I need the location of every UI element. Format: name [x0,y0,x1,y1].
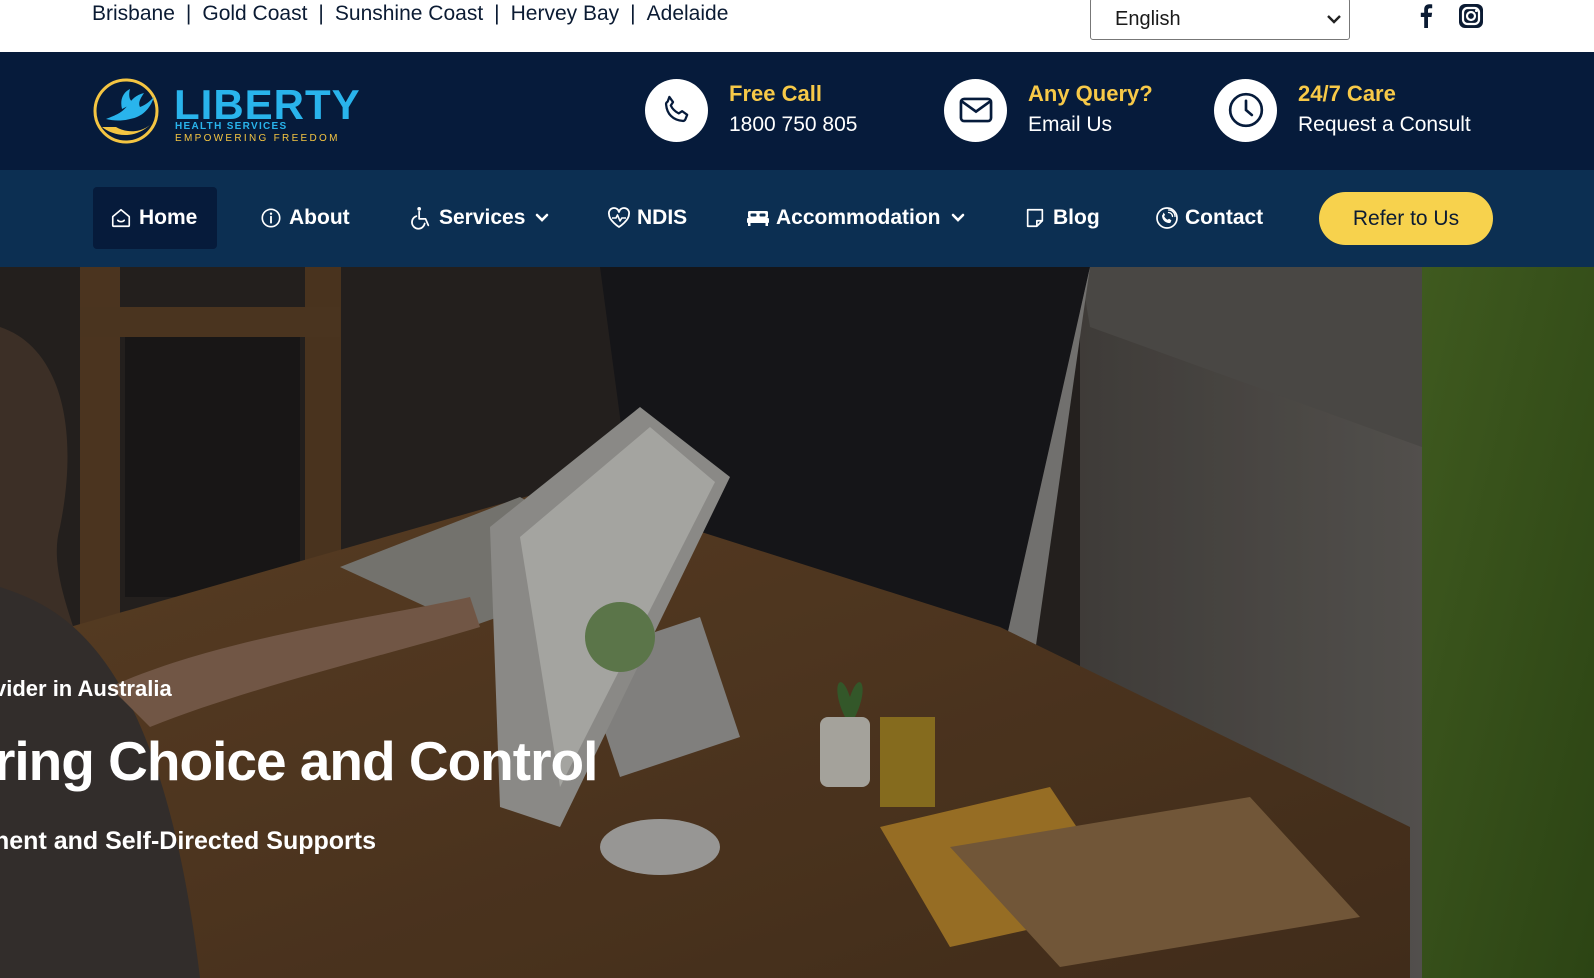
contact-email[interactable]: Any Query? Email Us [944,78,1153,142]
language-selected-value: English [1115,7,1181,30]
contact-email-label: Email Us [1028,113,1113,136]
top-bar: Brisbane | Gold Coast | Sunshine Coast |… [0,0,1594,52]
nav-label: Services [439,206,526,229]
separator: | [494,2,500,25]
location-adelaide: Adelaide [646,2,729,25]
contact-free-call[interactable]: Free Call 1800 750 805 [645,78,857,142]
hero-background-image [0,267,1594,978]
nav-item-accommodation[interactable]: Accommodation [746,187,965,249]
nav-item-ndis[interactable]: NDIS [607,187,687,249]
nav-label: Contact [1185,206,1264,229]
chevron-down-icon [951,213,965,223]
dove-hands-icon [93,78,159,144]
location-brisbane: Brisbane [92,2,175,25]
nav-label: Accommodation [776,206,941,229]
info-icon [259,206,283,230]
nav-label: Blog [1053,206,1100,229]
nav-item-contact[interactable]: Contact [1155,187,1263,249]
location-gold-coast: Gold Coast [202,2,308,25]
bed-icon [746,206,770,230]
facebook-icon[interactable] [1414,2,1438,30]
brand-tagline: HEALTH SERVICES [175,121,288,132]
nav-item-blog[interactable]: Blog [1023,187,1100,249]
home-icon [109,206,133,230]
separator: | [185,2,192,25]
hero-title: ring Choice and Control [0,730,598,792]
heartbeat-icon [607,206,631,230]
contact-phone-number: 1800 750 805 [729,113,858,136]
contact-consult[interactable]: 24/7 Care Request a Consult [1214,78,1471,142]
site-header: LIBERTY HEALTH SERVICES EMPOWERING FREED… [0,52,1594,170]
nav-label: Home [139,206,198,229]
chevron-down-icon [1327,11,1341,27]
locations-list: Brisbane | Gold Coast | Sunshine Coast |… [92,2,728,26]
contact-title: 24/7 Care [1298,81,1396,106]
instagram-icon[interactable] [1458,2,1484,30]
main-nav: Home About Services NDIS Accommodation B… [0,170,1594,267]
clock-icon [1214,78,1277,142]
hero-tagline: vider in Australia [0,676,172,701]
contact-title: Free Call [729,81,822,106]
wheelchair-icon [409,206,433,230]
brand-slogan: EMPOWERING FREEDOM [175,133,340,144]
nav-label: NDIS [637,206,688,229]
contact-consult-label: Request a Consult [1298,113,1471,136]
contact-title: Any Query? [1028,81,1153,106]
location-hervey-bay: Hervey Bay [510,2,620,25]
separator: | [318,2,324,25]
nav-label: About [289,206,350,229]
mail-icon [944,78,1007,142]
nav-item-about[interactable]: About [259,187,350,249]
refer-to-us-button[interactable]: Refer to Us [1319,192,1493,245]
hero-subtitle: nent and Self-Directed Supports [0,827,376,855]
phone-call-icon [1155,206,1179,230]
chevron-down-icon [535,213,549,223]
language-select[interactable]: English [1090,0,1350,40]
phone-icon [645,78,708,142]
location-sunshine-coast: Sunshine Coast [334,2,484,25]
hero-banner: vider in Australia ring Choice and Contr… [0,267,1594,978]
nav-item-services[interactable]: Services [409,187,549,249]
nav-item-home[interactable]: Home [93,187,217,249]
liberty-logo[interactable]: LIBERTY HEALTH SERVICES EMPOWERING FREED… [92,75,360,147]
note-icon [1023,206,1047,230]
separator: | [630,2,636,25]
